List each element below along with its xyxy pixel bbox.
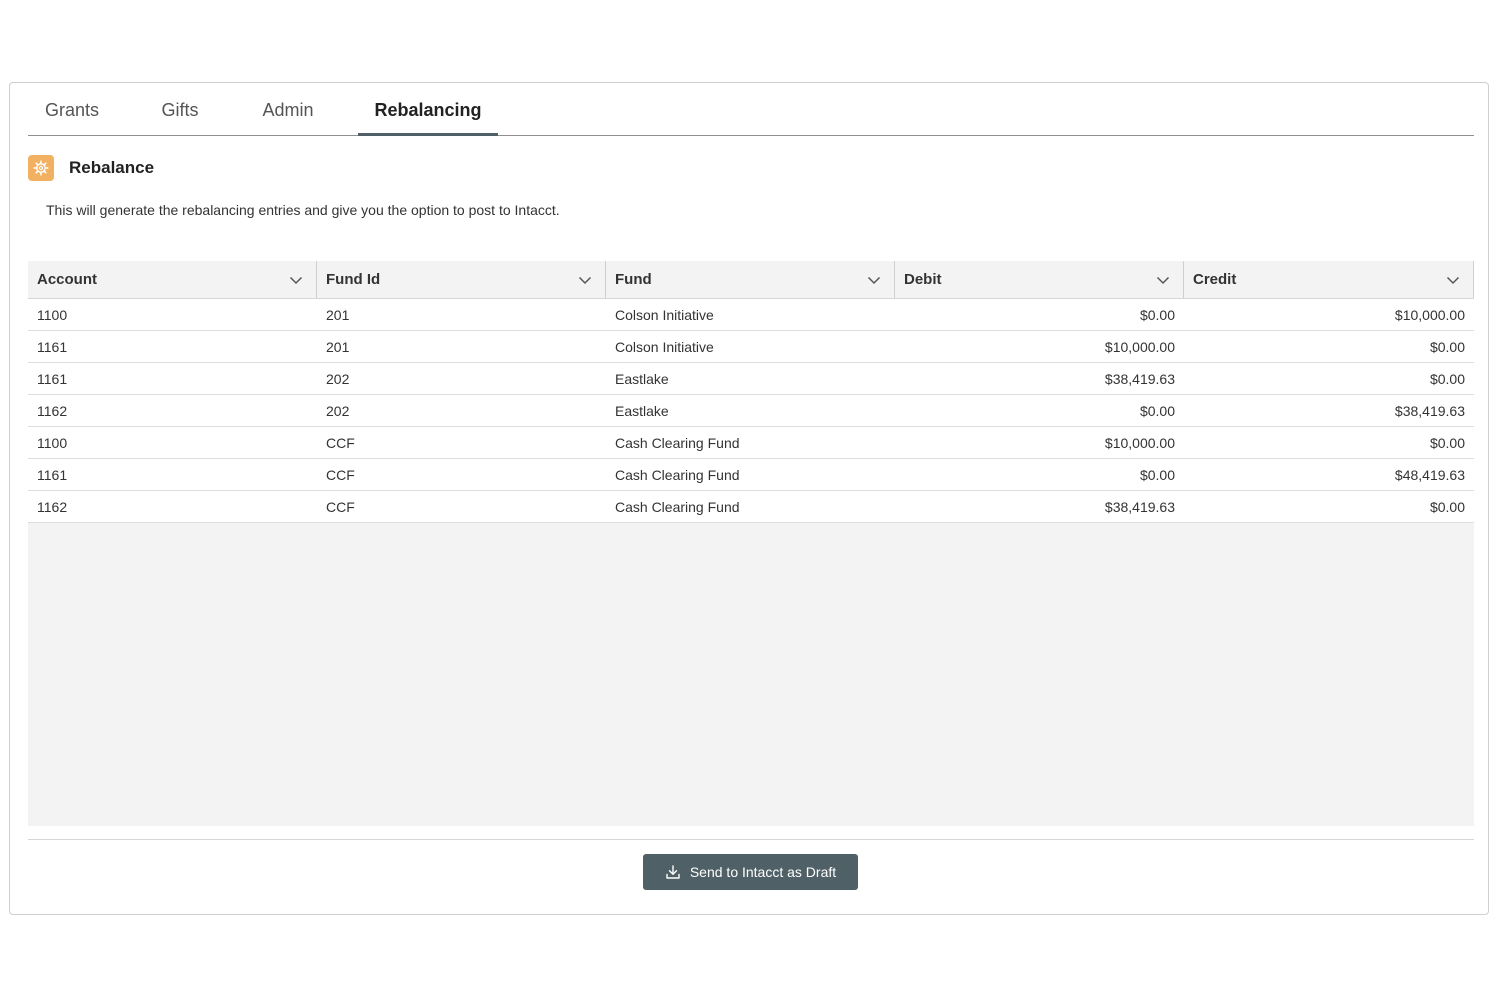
cell-credit: $0.00 <box>1429 499 1465 515</box>
tab-rebalancing[interactable]: Rebalancing <box>358 83 498 136</box>
tab-bar: Grants Gifts Admin Rebalancing <box>28 83 1474 136</box>
cell-debit: $38,419.63 <box>1104 499 1175 515</box>
cell-fund-id: CCF <box>326 499 355 515</box>
gear-icon <box>28 155 54 181</box>
column-header-fund[interactable]: Fund <box>606 261 895 298</box>
cell-credit: $0.00 <box>1429 371 1465 387</box>
cell-fund: Cash Clearing Fund <box>615 499 740 515</box>
cell-credit: $0.00 <box>1429 435 1465 451</box>
chevron-down-icon[interactable] <box>1446 273 1460 287</box>
cell-account: 1161 <box>37 339 68 355</box>
cell-account: 1161 <box>37 467 68 483</box>
column-header-label: Fund <box>615 271 652 288</box>
tab-gifts[interactable]: Gifts <box>136 83 224 136</box>
cell-credit: $38,419.63 <box>1394 403 1465 419</box>
cell-fund: Colson Initiative <box>615 339 714 355</box>
table-row[interactable]: 1100 201 Colson Initiative $0.00 $10,000.00 <box>28 299 1474 331</box>
column-header-label: Fund Id <box>326 271 381 288</box>
cell-fund: Cash Clearing Fund <box>615 435 740 451</box>
cell-fund-id: 202 <box>326 403 350 419</box>
cell-debit: $0.00 <box>1139 307 1175 323</box>
chevron-down-icon[interactable] <box>867 273 881 287</box>
column-header-label: Credit <box>1193 271 1237 288</box>
cell-account: 1162 <box>37 403 68 419</box>
cell-fund-id: 201 <box>326 339 350 355</box>
column-header-account[interactable]: Account <box>28 261 317 298</box>
footer-divider <box>28 839 1474 840</box>
cell-account: 1100 <box>37 307 68 323</box>
cell-fund: Eastlake <box>615 371 669 387</box>
cell-credit: $10,000.00 <box>1394 307 1465 323</box>
table-row[interactable]: 1161 202 Eastlake $38,419.63 $0.00 <box>28 363 1474 395</box>
column-header-label: Debit <box>904 271 942 288</box>
cell-account: 1100 <box>37 435 68 451</box>
cell-debit: $0.00 <box>1139 467 1175 483</box>
table-row[interactable]: 1100 CCF Cash Clearing Fund $10,000.00 $0.00 <box>28 427 1474 459</box>
send-button-label: Send to Intacct as Draft <box>689 864 837 880</box>
column-header-label: Account <box>37 271 97 288</box>
section-title: Rebalance <box>69 158 155 177</box>
cell-fund-id: 201 <box>326 307 350 323</box>
chevron-down-icon[interactable] <box>1156 273 1170 287</box>
chevron-down-icon[interactable] <box>578 273 592 287</box>
cell-debit: $10,000.00 <box>1104 339 1175 355</box>
cell-fund: Cash Clearing Fund <box>615 467 740 483</box>
cell-fund-id: CCF <box>326 467 355 483</box>
grid-body: 1100 201 Colson Initiative $0.00 $10,000.00 1… <box>28 299 1474 523</box>
download-icon <box>666 865 680 879</box>
cell-fund-id: 202 <box>326 371 350 387</box>
column-header-credit[interactable]: Credit <box>1184 261 1474 298</box>
cell-debit: $38,419.63 <box>1104 371 1175 387</box>
cell-account: 1162 <box>37 499 68 515</box>
rebalancing-panel: Grants Gifts Admin Rebalancing Rebalance… <box>9 82 1489 915</box>
column-header-fund-id[interactable]: Fund Id <box>317 261 606 298</box>
tab-admin[interactable]: Admin <box>244 83 332 136</box>
cell-debit: $0.00 <box>1139 403 1175 419</box>
chevron-down-icon[interactable] <box>289 273 303 287</box>
table-row[interactable]: 1161 CCF Cash Clearing Fund $0.00 $48,419.63 <box>28 459 1474 491</box>
column-header-debit[interactable]: Debit <box>895 261 1184 298</box>
send-to-intacct-button[interactable]: Send to Intacct as Draft <box>643 854 858 890</box>
table-row[interactable]: 1162 CCF Cash Clearing Fund $38,419.63 $0.00 <box>28 491 1474 523</box>
cell-credit: $48,419.63 <box>1394 467 1465 483</box>
rebalancing-grid: Account Fund Id Fund Debit Credit 1100 20… <box>28 261 1474 826</box>
cell-fund: Colson Initiative <box>615 307 714 323</box>
cell-credit: $0.00 <box>1429 339 1465 355</box>
cell-fund: Eastlake <box>615 403 669 419</box>
section-description: This will generate the rebalancing entri… <box>46 202 560 218</box>
tab-grants[interactable]: Grants <box>28 83 116 136</box>
grid-header: Account Fund Id Fund Debit Credit <box>28 261 1474 299</box>
table-row[interactable]: 1161 201 Colson Initiative $10,000.00 $0.00 <box>28 331 1474 363</box>
cell-fund-id: CCF <box>326 435 355 451</box>
cell-account: 1161 <box>37 371 68 387</box>
cell-debit: $10,000.00 <box>1104 435 1175 451</box>
section-header: Rebalance <box>28 154 154 182</box>
table-row[interactable]: 1162 202 Eastlake $0.00 $38,419.63 <box>28 395 1474 427</box>
